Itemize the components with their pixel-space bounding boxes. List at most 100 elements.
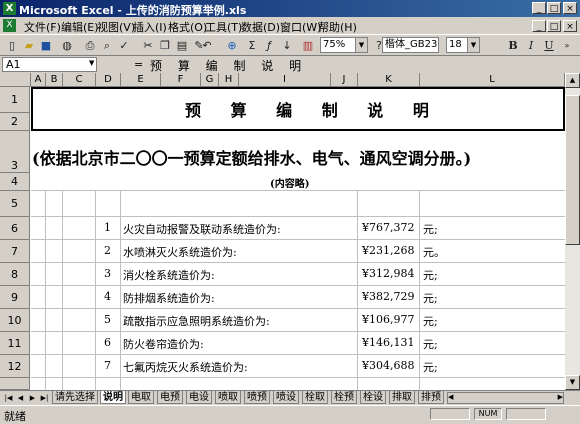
maximize-button[interactable]: □: [547, 2, 561, 14]
tab-sheet[interactable]: 栓取: [302, 391, 328, 404]
tab-sheet[interactable]: 栓设: [360, 391, 386, 404]
autosum-icon[interactable]: Σ: [244, 38, 260, 53]
item-unit: 元;: [423, 223, 438, 236]
menu-data[interactable]: 数据(D): [241, 19, 280, 35]
hyperlink-icon[interactable]: ⊕: [224, 38, 240, 53]
column-header[interactable]: D: [96, 73, 121, 87]
first-sheet-icon[interactable]: |◀: [3, 392, 14, 404]
tab-sheet[interactable]: 排取: [389, 391, 415, 404]
formula-equals[interactable]: =: [134, 58, 143, 71]
row-header[interactable]: 1: [0, 87, 30, 113]
underline-button[interactable]: U: [541, 38, 557, 53]
column-header[interactable]: A: [31, 73, 46, 87]
item-amount: ¥304,688: [362, 359, 415, 372]
tab-sheet[interactable]: 排预: [418, 391, 444, 404]
zoom-select[interactable]: 75% ▼: [320, 37, 368, 53]
chevron-down-icon[interactable]: ▼: [355, 38, 367, 52]
save-icon[interactable]: ■: [38, 38, 54, 53]
row-header[interactable]: 12: [0, 355, 30, 378]
tab-select-first[interactable]: 请先选择: [52, 391, 98, 404]
minimize-button[interactable]: _: [532, 2, 546, 14]
column-header[interactable]: K: [358, 73, 420, 87]
italic-button[interactable]: I: [523, 38, 539, 53]
select-all-corner[interactable]: [0, 73, 31, 87]
column-header[interactable]: B: [46, 73, 63, 87]
toolbar-options-icon[interactable]: »: [559, 38, 575, 53]
menu-help[interactable]: 帮助(H): [318, 19, 357, 35]
menu-edit[interactable]: 编辑(E): [61, 19, 99, 35]
name-box[interactable]: A1: [2, 57, 97, 72]
font-size-select[interactable]: 18 ▼: [446, 37, 480, 53]
grid-line: [31, 308, 565, 309]
worksheet-grid[interactable]: A B C D E F G H I J K L 1 2 3 4 5 6 7 8 …: [0, 73, 580, 390]
column-header[interactable]: J: [331, 73, 358, 87]
doc-close-button[interactable]: ×: [563, 20, 577, 32]
menu-format[interactable]: 格式(O): [168, 19, 207, 35]
column-header[interactable]: I: [239, 73, 331, 87]
chevron-down-icon[interactable]: ▼: [89, 59, 94, 67]
permission-icon[interactable]: ◍: [59, 38, 75, 53]
column-header[interactable]: F: [161, 73, 201, 87]
function-icon[interactable]: ƒ: [261, 38, 277, 53]
row-header[interactable]: 4: [0, 173, 30, 191]
scroll-thumb[interactable]: [565, 95, 580, 245]
column-header[interactable]: C: [63, 73, 96, 87]
spelling-icon[interactable]: ✓: [116, 38, 132, 53]
menu-view[interactable]: 视图(V): [97, 19, 135, 35]
sort-ascending-icon[interactable]: ↓: [279, 38, 295, 53]
tab-sheet[interactable]: 喷预: [244, 391, 270, 404]
cut-icon[interactable]: ✂: [140, 38, 156, 53]
tab-sheet[interactable]: 栓预: [331, 391, 357, 404]
scroll-left-icon[interactable]: ◀: [448, 393, 453, 401]
new-file-icon[interactable]: ▯: [4, 38, 20, 53]
row-header[interactable]: 7: [0, 240, 30, 263]
print-icon[interactable]: ⎙: [82, 38, 98, 53]
menu-window[interactable]: 窗口(W): [280, 19, 321, 35]
close-button[interactable]: ×: [563, 2, 577, 14]
chart-wizard-icon[interactable]: ▥: [300, 38, 316, 53]
last-sheet-icon[interactable]: ▶|: [39, 392, 50, 404]
workbook-icon[interactable]: X: [3, 19, 16, 32]
row-header-partial[interactable]: [0, 378, 30, 390]
doc-restore-button[interactable]: □: [547, 20, 561, 32]
bold-button[interactable]: B: [505, 38, 521, 53]
tab-instructions[interactable]: 说明: [100, 391, 126, 404]
tab-sheet[interactable]: 电设: [186, 391, 212, 404]
doc-minimize-button[interactable]: _: [532, 20, 546, 32]
row-header[interactable]: 3: [0, 131, 30, 173]
vertical-scrollbar[interactable]: ▲ ▼: [565, 73, 580, 390]
prev-sheet-icon[interactable]: ◀: [15, 392, 26, 404]
undo-icon[interactable]: ↶: [199, 38, 215, 53]
row-header[interactable]: 2: [0, 113, 30, 131]
scroll-down-icon[interactable]: ▼: [565, 375, 580, 390]
row-header[interactable]: 6: [0, 217, 30, 240]
row-header[interactable]: 8: [0, 263, 30, 286]
excel-app-icon[interactable]: X: [3, 2, 16, 15]
column-header[interactable]: L: [420, 73, 565, 87]
font-name-select[interactable]: 楷体_GB2312: [382, 37, 439, 53]
column-header[interactable]: H: [219, 73, 239, 87]
tab-sheet[interactable]: 喷设: [273, 391, 299, 404]
column-header[interactable]: G: [201, 73, 219, 87]
formula-content[interactable]: 预 算 编 制 说 明: [150, 57, 307, 74]
row-header[interactable]: 5: [0, 191, 30, 217]
copy-icon[interactable]: ❐: [157, 38, 173, 53]
paste-icon[interactable]: ▤: [174, 38, 190, 53]
menu-insert[interactable]: 插入(I): [133, 19, 167, 35]
tab-sheet[interactable]: 电预: [157, 391, 183, 404]
menu-tools[interactable]: 工具(T): [205, 19, 242, 35]
chevron-down-icon[interactable]: ▼: [467, 38, 479, 52]
horizontal-scrollbar[interactable]: ◀ ▶: [447, 392, 564, 404]
print-preview-icon[interactable]: ⌕: [99, 38, 115, 53]
open-icon[interactable]: ▰: [21, 38, 37, 53]
row-header[interactable]: 9: [0, 286, 30, 309]
scroll-up-icon[interactable]: ▲: [565, 73, 580, 88]
row-header[interactable]: 11: [0, 332, 30, 355]
tab-sheet[interactable]: 喷取: [215, 391, 241, 404]
column-header[interactable]: E: [121, 73, 161, 87]
tab-sheet[interactable]: 电取: [128, 391, 154, 404]
scroll-right-icon[interactable]: ▶: [558, 393, 563, 401]
row-header[interactable]: 10: [0, 309, 30, 332]
next-sheet-icon[interactable]: ▶: [27, 392, 38, 404]
menu-file[interactable]: 文件(F): [24, 19, 61, 35]
